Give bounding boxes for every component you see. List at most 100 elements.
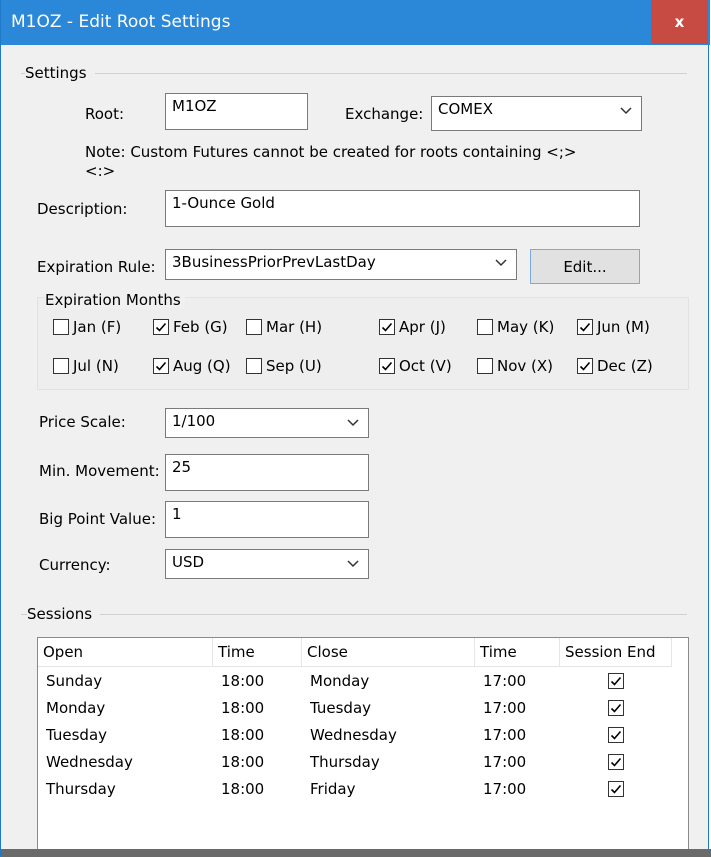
sessions-group-divider xyxy=(21,614,687,615)
month-checkbox-item[interactable]: Nov (X) xyxy=(477,357,553,375)
session-close-time: 17:00 xyxy=(483,753,527,771)
sessions-list[interactable]: Open Time Close Time Session End Sunday 1… xyxy=(37,637,689,857)
month-checkbox-item[interactable]: Apr (J) xyxy=(379,318,446,336)
column-header-open-time[interactable]: Time xyxy=(213,638,302,666)
exchange-select[interactable]: COMEX xyxy=(431,96,642,131)
month-checkbox-item[interactable]: Jun (M) xyxy=(577,318,650,336)
chevron-down-icon xyxy=(495,259,507,267)
session-close-time: 17:00 xyxy=(483,726,527,744)
column-header-open[interactable]: Open xyxy=(38,638,213,666)
chevron-down-icon xyxy=(347,419,359,427)
expiration-months-box xyxy=(37,297,689,390)
table-row[interactable]: Monday 18:00 Tuesday 17:00 xyxy=(38,695,672,722)
chevron-down-icon xyxy=(347,560,359,568)
root-label: Root: xyxy=(85,105,125,123)
big-point-value-input[interactable]: 1 xyxy=(165,501,369,538)
month-checkbox-item[interactable]: Dec (Z) xyxy=(577,357,653,375)
checkbox-unchecked-icon[interactable] xyxy=(53,319,69,335)
description-input[interactable]: 1-Ounce Gold xyxy=(165,190,640,227)
exchange-label: Exchange: xyxy=(345,105,424,123)
session-close-day: Thursday xyxy=(310,753,380,771)
currency-label: Currency: xyxy=(39,556,111,574)
month-checkbox-item[interactable]: Jul (N) xyxy=(53,357,119,375)
checkbox-checked-icon[interactable] xyxy=(379,358,395,374)
month-label: Jul (N) xyxy=(73,357,119,375)
checkbox-checked-icon[interactable] xyxy=(577,319,593,335)
column-header-close[interactable]: Close xyxy=(302,638,475,666)
session-close-day: Monday xyxy=(310,672,370,690)
sessions-list-header: Open Time Close Time Session End xyxy=(38,638,672,667)
expiration-rule-label: Expiration Rule: xyxy=(37,258,156,276)
session-open-day: Sunday xyxy=(46,672,103,690)
checkbox-unchecked-icon[interactable] xyxy=(246,319,262,335)
column-header-session-end[interactable]: Session End xyxy=(560,638,672,666)
session-open-time: 18:00 xyxy=(221,726,265,744)
session-open-day: Monday xyxy=(46,699,106,717)
window-title: M1OZ - Edit Root Settings xyxy=(11,12,231,32)
month-checkbox-item[interactable]: Feb (G) xyxy=(153,318,228,336)
month-checkbox-item[interactable]: Aug (Q) xyxy=(153,357,231,375)
month-label: Feb (G) xyxy=(173,318,228,336)
checkbox-checked-icon[interactable] xyxy=(153,319,169,335)
session-open-time: 18:00 xyxy=(221,780,265,798)
table-row[interactable]: Tuesday 18:00 Wednesday 17:00 xyxy=(38,722,672,749)
table-row[interactable]: Sunday 18:00 Monday 17:00 xyxy=(38,668,672,695)
session-open-time: 18:00 xyxy=(221,753,265,771)
exchange-value: COMEX xyxy=(438,100,493,118)
checkbox-checked-icon[interactable] xyxy=(379,319,395,335)
session-close-time: 17:00 xyxy=(483,699,527,717)
price-scale-label: Price Scale: xyxy=(39,413,126,431)
session-end-checked-icon[interactable] xyxy=(608,700,624,716)
min-movement-label: Min. Movement: xyxy=(39,462,160,480)
month-label: Jun (M) xyxy=(597,318,650,336)
month-checkbox-item[interactable]: Oct (V) xyxy=(379,357,452,375)
column-header-close-time[interactable]: Time xyxy=(475,638,560,666)
session-end-checked-icon[interactable] xyxy=(608,727,624,743)
table-row[interactable]: Wednesday 18:00 Thursday 17:00 xyxy=(38,749,672,776)
checkbox-unchecked-icon[interactable] xyxy=(477,358,493,374)
session-end-checked-icon[interactable] xyxy=(608,754,624,770)
close-button[interactable]: x xyxy=(651,0,708,44)
big-point-value-label: Big Point Value: xyxy=(39,510,157,528)
checkbox-checked-icon[interactable] xyxy=(577,358,593,374)
session-open-day: Thursday xyxy=(46,780,116,798)
month-label: Nov (X) xyxy=(497,357,554,375)
checkbox-unchecked-icon[interactable] xyxy=(53,358,69,374)
settings-group-divider xyxy=(21,73,687,74)
checkbox-checked-icon[interactable] xyxy=(153,358,169,374)
month-label: Mar (H) xyxy=(266,318,323,336)
month-checkbox-item[interactable]: Mar (H) xyxy=(246,318,322,336)
month-checkbox-item[interactable]: Sep (U) xyxy=(246,357,322,375)
expiration-rule-value: 3BusinessPriorPrevLastDay xyxy=(172,253,376,271)
price-scale-select[interactable]: 1/100 xyxy=(165,408,369,438)
sessions-group-title: Sessions xyxy=(27,605,101,623)
chevron-down-icon xyxy=(620,107,632,115)
currency-select[interactable]: USD xyxy=(165,549,369,579)
checkbox-unchecked-icon[interactable] xyxy=(477,319,493,335)
month-label: Sep (U) xyxy=(266,357,322,375)
table-row[interactable]: Thursday 18:00 Friday 17:00 xyxy=(38,776,672,803)
expiration-months-title: Expiration Months xyxy=(45,291,185,309)
session-end-checked-icon[interactable] xyxy=(608,673,624,689)
big-point-value: 1 xyxy=(172,505,182,523)
title-bar[interactable]: M1OZ - Edit Root Settings x xyxy=(1,0,710,45)
checkbox-unchecked-icon[interactable] xyxy=(246,358,262,374)
min-movement-input[interactable]: 25 xyxy=(165,454,369,491)
expiration-rule-select[interactable]: 3BusinessPriorPrevLastDay xyxy=(165,249,517,280)
session-end-checked-icon[interactable] xyxy=(608,781,624,797)
edit-button-label: Edit... xyxy=(563,257,607,276)
currency-value: USD xyxy=(172,553,205,571)
session-open-time: 18:00 xyxy=(221,699,265,717)
month-checkbox-item[interactable]: Jan (F) xyxy=(53,318,121,336)
month-label: Apr (J) xyxy=(399,318,446,336)
root-input[interactable]: M1OZ xyxy=(165,93,308,130)
edit-expiration-rule-button[interactable]: Edit... xyxy=(530,249,640,284)
month-checkbox-item[interactable]: May (K) xyxy=(477,318,554,336)
bottom-edge xyxy=(1,849,711,857)
month-label: Oct (V) xyxy=(399,357,452,375)
session-close-day: Tuesday xyxy=(310,699,372,717)
settings-group-title: Settings xyxy=(25,64,95,82)
description-value: 1-Ounce Gold xyxy=(172,194,275,212)
session-close-day: Wednesday xyxy=(310,726,397,744)
month-label: May (K) xyxy=(497,318,555,336)
